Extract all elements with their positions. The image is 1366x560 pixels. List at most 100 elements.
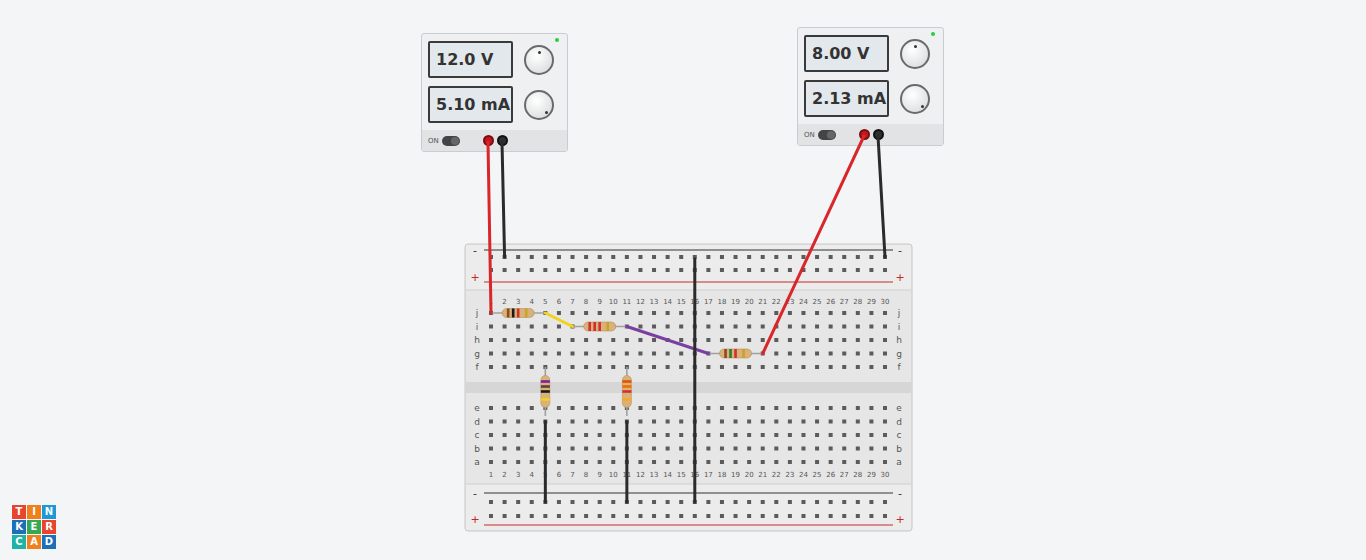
row-letter: c: [897, 430, 902, 440]
power-switch[interactable]: ON: [428, 136, 466, 146]
resistor[interactable]: [541, 367, 550, 416]
resistor[interactable]: [491, 309, 545, 318]
wire[interactable]: [545, 313, 572, 327]
voltage-knob[interactable]: [900, 39, 930, 69]
column-number: 1: [489, 471, 493, 479]
plus-rail-line: [484, 524, 893, 525]
power-supply[interactable]: 12.0 V5.10 mAON: [421, 33, 568, 152]
minus-rail-line: [484, 249, 893, 250]
column-number: 13: [650, 298, 659, 306]
status-led-icon: [555, 38, 559, 42]
column-number: 6: [557, 471, 562, 479]
voltage-knob[interactable]: [524, 45, 554, 75]
color-band: [622, 390, 631, 393]
power-switch[interactable]: ON: [804, 130, 842, 140]
column-number: 24: [799, 471, 808, 479]
column-number: 2: [502, 298, 506, 306]
wire[interactable]: [544, 422, 547, 503]
column-number: 21: [758, 298, 767, 306]
column-number: 16: [690, 298, 699, 306]
voltage-display: 8.00 V: [804, 35, 889, 72]
color-band: [593, 322, 596, 331]
breadboard[interactable]: --++--++11223344556677889910101111121213…: [0, 0, 1366, 560]
column-number: 11: [622, 471, 631, 479]
wire[interactable]: [693, 259, 696, 502]
column-number: 19: [731, 298, 740, 306]
negative-terminal[interactable]: [497, 135, 508, 146]
resistor[interactable]: [622, 367, 631, 416]
column-number: 29: [867, 298, 876, 306]
column-number: 27: [840, 298, 849, 306]
rail-sign: -: [898, 244, 902, 257]
column-number: 12: [636, 298, 645, 306]
wire[interactable]: [502, 142, 505, 257]
row-letter: d: [896, 417, 902, 427]
column-number: 10: [609, 298, 618, 306]
column-number: 1: [489, 298, 493, 306]
column-number: 22: [772, 471, 781, 479]
color-band: [724, 349, 727, 358]
current-display: 2.13 mA: [804, 80, 889, 117]
power-supply[interactable]: 8.00 V 2.13 mA ON: [797, 27, 944, 146]
column-number: 22: [772, 298, 781, 306]
wire[interactable]: [627, 327, 709, 354]
column-number: 5: [543, 298, 547, 306]
color-band: [525, 309, 528, 318]
color-band: [734, 349, 737, 358]
positive-terminal[interactable]: [859, 129, 870, 140]
column-number: 28: [853, 298, 862, 306]
row-letter: b: [474, 444, 480, 454]
resistor[interactable]: [708, 349, 762, 358]
column-number: 30: [881, 471, 890, 479]
column-number: 18: [718, 471, 727, 479]
column-number: 19: [731, 471, 740, 479]
column-number: 8: [584, 471, 588, 479]
row-letter: f: [897, 362, 901, 372]
color-band: [541, 398, 550, 401]
column-number: 2: [502, 471, 506, 479]
column-number: 26: [826, 471, 835, 479]
row-letter: j: [475, 308, 479, 318]
current-display: 5.10 mA: [428, 86, 513, 123]
resistor[interactable]: [573, 322, 627, 331]
color-band: [517, 309, 520, 318]
column-number: 18: [718, 298, 727, 306]
column-number: 14: [663, 298, 672, 306]
column-number: 9: [597, 298, 601, 306]
row-letter: h: [896, 335, 902, 345]
color-band: [622, 380, 631, 383]
column-number: 4: [530, 298, 535, 306]
column-number: 30: [881, 298, 890, 306]
rail-sign: -: [473, 487, 477, 500]
rail-sign: +: [470, 513, 479, 526]
current-knob[interactable]: [524, 90, 554, 120]
negative-terminal[interactable]: [873, 129, 884, 140]
current-knob[interactable]: [900, 84, 930, 114]
column-number: 16: [690, 471, 699, 479]
column-number: 24: [799, 298, 808, 306]
column-number: 15: [677, 471, 686, 479]
row-letter: h: [474, 335, 480, 345]
plus-rail-line: [484, 281, 893, 282]
positive-terminal[interactable]: [483, 135, 494, 146]
row-letter: c: [475, 430, 480, 440]
column-number: 15: [677, 298, 686, 306]
wire[interactable]: [878, 136, 885, 257]
row-letter: g: [896, 349, 902, 359]
column-number: 21: [758, 471, 767, 479]
wire[interactable]: [763, 136, 864, 354]
wire[interactable]: [488, 142, 491, 313]
tinkercad-logo[interactable]: TINKERCAD: [12, 505, 56, 549]
column-number: 23: [785, 298, 794, 306]
column-number: 10: [609, 471, 618, 479]
column-number: 12: [636, 471, 645, 479]
wire[interactable]: [625, 422, 628, 503]
row-letter: a: [474, 457, 480, 467]
workplane: --++--++11223344556677889910101111121213…: [0, 0, 1366, 560]
column-number: 3: [516, 298, 520, 306]
column-number: 6: [557, 298, 562, 306]
column-number: 5: [543, 471, 547, 479]
rail-sign: -: [898, 487, 902, 500]
column-number: 13: [650, 471, 659, 479]
rail-sign: -: [473, 244, 477, 257]
